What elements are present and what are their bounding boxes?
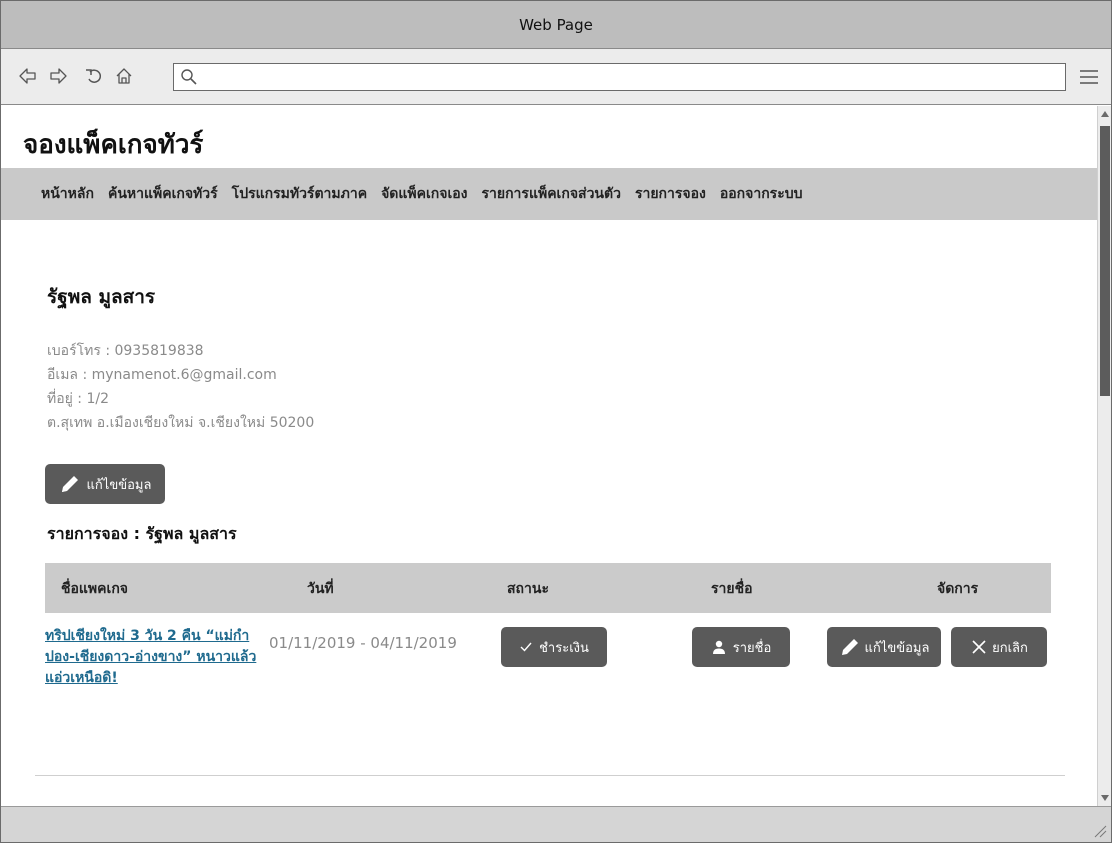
address-bar[interactable] (173, 63, 1066, 91)
package-link[interactable]: ทริปเชียงใหม่ 3 วัน 2 คืน “แม่กำปอง-เชีย… (45, 626, 263, 689)
nav-logout[interactable]: ออกจากระบบ (720, 183, 803, 205)
hamburger-menu-icon[interactable] (1077, 65, 1101, 89)
pay-button[interactable]: ชำระเงิน (501, 627, 607, 667)
nav-search-packages[interactable]: ค้นหาแพ็คเกจทัวร์ (108, 183, 218, 205)
nav-bookings[interactable]: รายการจอง (635, 183, 706, 205)
edit-profile-label: แก้ไขข้อมูล (86, 477, 152, 493)
browser-toolbar (1, 49, 1111, 105)
col-package: ชื่อแพคเกจ (61, 581, 128, 597)
back-icon[interactable] (15, 63, 41, 89)
vertical-scrollbar[interactable] (1097, 106, 1111, 806)
bookings-table-header: ชื่อแพคเกจ วันที่ สถานะ รายชื่อ จัดการ (45, 563, 1051, 613)
content-divider (35, 775, 1065, 776)
scroll-down-icon[interactable] (1099, 792, 1111, 804)
booking-date: 01/11/2019 - 04/11/2019 (269, 634, 457, 652)
col-status: สถานะ (507, 581, 549, 597)
names-label: รายชื่อ (732, 640, 772, 656)
col-names: รายชื่อ (711, 581, 753, 597)
person-icon (712, 640, 725, 654)
window-title: Web Page (519, 15, 593, 34)
profile-address-line2: ต.สุเทพ อ.เมืองเชียงใหม่ จ.เชียงใหม่ 502… (47, 415, 315, 431)
status-bar (1, 806, 1111, 842)
reload-icon[interactable] (81, 63, 107, 89)
forward-icon[interactable] (45, 63, 71, 89)
address-input[interactable] (202, 66, 1057, 88)
check-icon (520, 642, 532, 652)
edit-profile-button[interactable]: แก้ไขข้อมูล (45, 464, 165, 504)
nav-custom-package[interactable]: จัดแพ็คเกจเอง (381, 183, 467, 205)
site-nav: หน้าหลัก ค้นหาแพ็คเกจทัวร์ โปรแกรมทัวร์ต… (1, 168, 1097, 220)
edit-booking-label: แก้ไขข้อมูล (864, 640, 930, 656)
close-icon (972, 640, 986, 654)
site-title: จองแพ็คเกจทัวร์ (23, 130, 204, 160)
search-icon (181, 69, 197, 85)
profile-phone: เบอร์โทร : 0935819838 (47, 343, 204, 359)
nav-private-packages[interactable]: รายการแพ็คเกจส่วนตัว (482, 183, 621, 205)
cancel-label: ยกเลิก (992, 640, 1028, 656)
col-manage: จัดการ (937, 581, 979, 597)
pay-label: ชำระเงิน (539, 640, 589, 656)
browser-window: Web Page จองแพ็คเกจทัวร์ หน้าหลัก ค้นหาแ… (0, 0, 1112, 843)
page-viewport: จองแพ็คเกจทัวร์ หน้าหลัก ค้นหาแพ็คเกจทัว… (1, 106, 1097, 806)
scrollbar-thumb[interactable] (1100, 126, 1110, 396)
nav-home[interactable]: หน้าหลัก (41, 183, 94, 205)
scroll-up-icon[interactable] (1099, 108, 1111, 120)
nav-regional-programs[interactable]: โปรแกรมทัวร์ตามภาค (232, 183, 367, 205)
resize-grip-icon[interactable] (1093, 824, 1107, 838)
profile-email: อีเมล : mynamenot.6@gmail.com (47, 367, 277, 383)
window-titlebar: Web Page (1, 1, 1111, 49)
edit-booking-button[interactable]: แก้ไขข้อมูล (827, 627, 941, 667)
bookings-heading: รายการจอง : รัฐพล มูลสาร (47, 524, 237, 543)
pencil-icon (61, 476, 78, 492)
profile-name: รัฐพล มูลสาร (47, 286, 156, 308)
profile-address-line1: ที่อยู่ : 1/2 (47, 391, 109, 407)
pencil-icon (841, 639, 858, 655)
cancel-booking-button[interactable]: ยกเลิก (951, 627, 1047, 667)
col-date: วันที่ (307, 581, 334, 597)
names-button[interactable]: รายชื่อ (692, 627, 790, 667)
home-icon[interactable] (111, 63, 137, 89)
